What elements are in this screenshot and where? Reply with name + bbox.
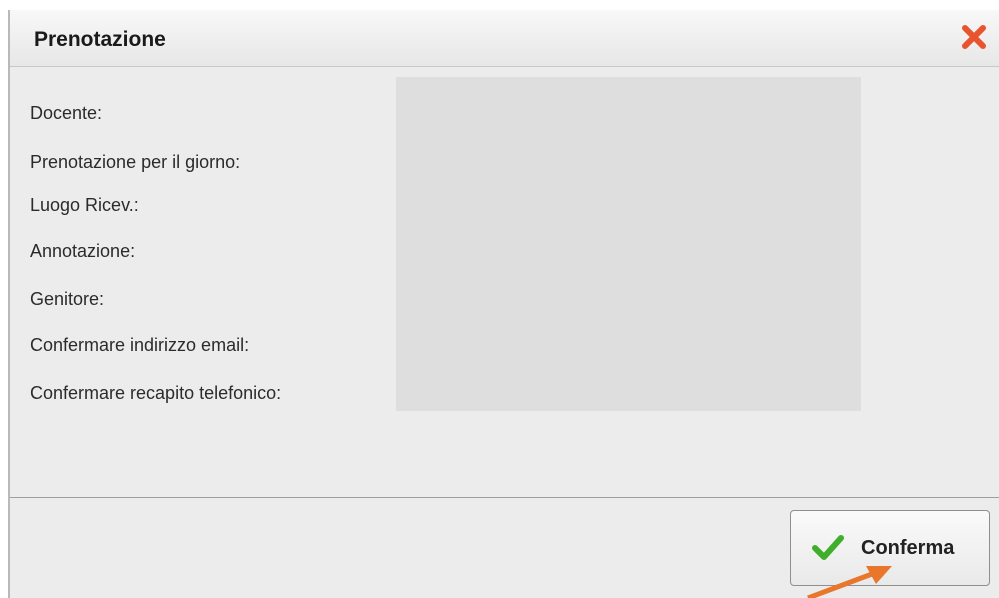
label-docente: Docente: bbox=[30, 103, 103, 123]
dialog-body: Docente: Prenotazione per il giorno: Luo… bbox=[10, 67, 999, 498]
booking-dialog: Prenotazione Docente: Prenotazione per i… bbox=[8, 10, 999, 598]
label-conferma-telefono: Confermare recapito telefonico: bbox=[30, 383, 282, 403]
label-annotazione: Annotazione: bbox=[30, 241, 136, 261]
label-luogo-ricevimento: Luogo Ricev.: bbox=[30, 195, 139, 215]
label-conferma-email: Confermare indirizzo email: bbox=[30, 335, 250, 355]
dialog-titlebar: Prenotazione bbox=[10, 10, 999, 67]
label-prenotazione-giorno: Prenotazione per il giorno: bbox=[30, 152, 241, 172]
checkmark-icon bbox=[811, 533, 845, 563]
dialog-title: Prenotazione bbox=[34, 28, 166, 51]
dialog-footer: Conferma bbox=[10, 498, 999, 598]
values-panel bbox=[396, 77, 861, 411]
label-genitore: Genitore: bbox=[30, 289, 105, 309]
confirm-button-label: Conferma bbox=[861, 537, 955, 559]
confirm-button[interactable]: Conferma bbox=[790, 510, 990, 586]
close-icon[interactable] bbox=[959, 22, 989, 52]
